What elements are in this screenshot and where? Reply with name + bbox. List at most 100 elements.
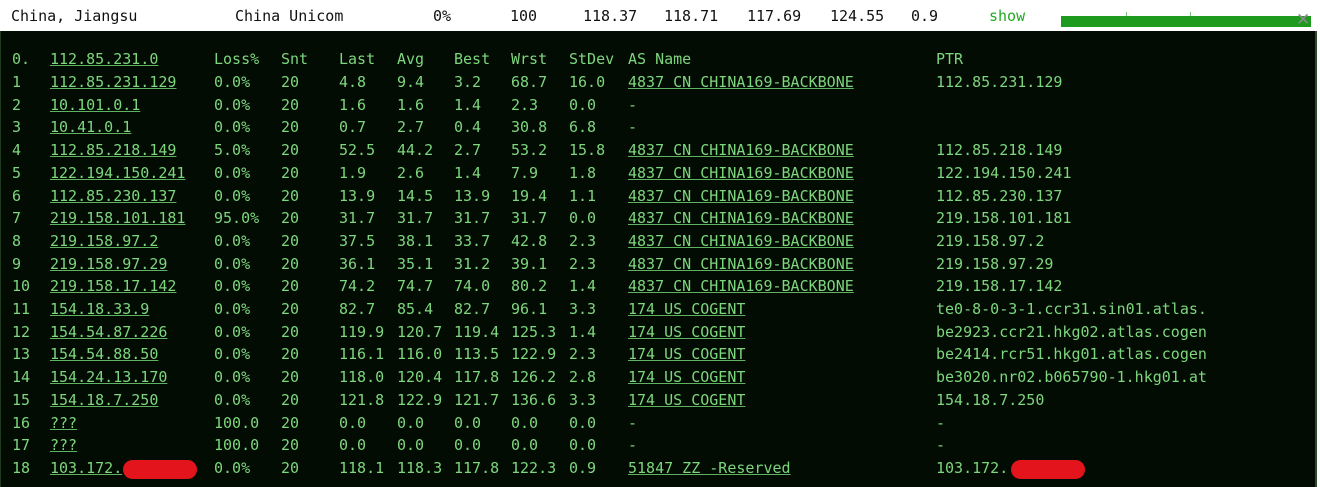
cell-host[interactable]: 154.54.88.50 <box>50 345 158 363</box>
cell-hop: 9 <box>12 254 22 273</box>
cell-avg: 74.7 <box>397 277 434 296</box>
cell-last: 119.9 <box>339 322 385 341</box>
show-button[interactable]: show <box>989 7 1025 25</box>
cell-ptr: te0-8-0-3-1.ccr31.sin01.atlas. <box>936 300 1207 318</box>
cell-as[interactable]: 174 US COGENT <box>628 391 745 409</box>
cell-as[interactable]: 4837 CN CHINA169-BACKBONE <box>628 277 854 295</box>
cell-as[interactable]: 4837 CN CHINA169-BACKBONE <box>628 187 854 205</box>
cell-loss: 0.0% <box>214 231 251 250</box>
cell-last: 52.5 <box>339 141 376 160</box>
cell-as[interactable]: 174 US COGENT <box>628 368 745 386</box>
cell-ptr: 103.172. <box>936 458 1009 477</box>
cell-host[interactable]: 112.85.230.137 <box>50 187 176 205</box>
cell-stdev: 0.0 <box>569 95 597 114</box>
cell-best: 119.4 <box>454 322 500 341</box>
cell-avg: 2.6 <box>397 163 425 182</box>
cell-ptr: be3020.nr02.b065790-1.hkg01.at <box>936 368 1207 387</box>
close-icon[interactable]: ✕ <box>1296 10 1310 30</box>
header-stdev: StDev <box>569 50 615 68</box>
cell-host[interactable]: 122.194.150.241 <box>50 164 185 182</box>
cell-wrst: 19.4 <box>511 186 548 205</box>
cell-as[interactable]: 4837 CN CHINA169-BACKBONE <box>628 255 854 273</box>
cell-ptr: 219.158.97.2 <box>936 231 1045 250</box>
cell-host[interactable]: ??? <box>50 436 77 454</box>
header-best: Best <box>454 50 491 68</box>
cell-snt: 20 <box>281 413 300 432</box>
cell-avg: 44.2 <box>397 141 434 160</box>
cell-ptr: 112.85.231.129 <box>936 73 1063 91</box>
cell-hop: 11 <box>12 300 31 318</box>
cell-host[interactable]: 112.85.218.149 <box>50 141 176 159</box>
table-row: 18 103.172. 0.0% 20 118.1 118.3 117.8 122.3 0.9 5… <box>1 459 1301 481</box>
cell-best: 1.4 <box>454 163 482 182</box>
cell-as[interactable]: 4837 CN CHINA169-BACKBONE <box>628 232 854 250</box>
cell-host[interactable]: 10.101.0.1 <box>50 96 140 114</box>
cell-stdev: 6.8 <box>569 118 597 137</box>
table-row: 1 112.85.231.129 0.0% 20 4.8 9.4 3.2 68.7 16.0 48… <box>1 73 1301 95</box>
cell-as[interactable]: 174 US COGENT <box>628 323 745 341</box>
cell-last: 31.7 <box>339 209 376 228</box>
cell-hop: 18 <box>12 458 31 477</box>
cell-as[interactable]: 4837 CN CHINA169-BACKBONE <box>628 73 854 91</box>
cell-loss: 100.0 <box>214 413 260 432</box>
cell-host[interactable]: 10.41.0.1 <box>50 118 131 136</box>
cell-stdev: 3.3 <box>569 390 597 409</box>
cell-avg: 116.0 <box>397 345 443 364</box>
cell-host[interactable]: 219.158.17.142 <box>50 277 176 295</box>
cell-host[interactable]: ??? <box>50 414 77 432</box>
cell-host[interactable]: 219.158.97.29 <box>50 255 167 273</box>
cell-host[interactable]: 154.54.87.226 <box>50 323 167 341</box>
header-snt: Snt <box>281 50 309 68</box>
cell-last: 1.9 <box>339 163 367 182</box>
cell-wrst: 39.1 <box>511 254 548 273</box>
cell-wrst: 96.1 <box>511 300 548 318</box>
cell-as[interactable]: 4837 CN CHINA169-BACKBONE <box>628 141 854 159</box>
redaction-mark <box>1011 459 1085 479</box>
cell-host[interactable]: 154.24.13.170 <box>50 368 167 386</box>
cell-host[interactable]: 154.18.7.250 <box>50 391 158 409</box>
cell-last: 37.5 <box>339 231 376 250</box>
cell-best: 117.8 <box>454 458 500 477</box>
table-row: 4 112.85.218.149 5.0% 20 52.5 44.2 2.7 53.2 15.8… <box>1 141 1301 163</box>
cell-snt: 20 <box>281 141 300 160</box>
table-row: 5 122.194.150.241 0.0% 20 1.9 2.6 1.4 7.9 1.8 483… <box>1 164 1301 186</box>
cell-last: 74.2 <box>339 277 376 296</box>
cell-as: - <box>628 436 638 455</box>
cell-best: 117.8 <box>454 368 500 387</box>
summary-sent: 100 <box>510 7 538 25</box>
cell-as[interactable]: 4837 CN CHINA169-BACKBONE <box>628 209 854 227</box>
cell-hop: 7 <box>12 209 22 228</box>
summary-loss: 0% <box>433 7 452 25</box>
cell-best: 31.2 <box>454 254 491 273</box>
cell-ptr: be2923.ccr21.hkg02.atlas.cogen <box>936 322 1207 341</box>
cell-snt: 20 <box>281 254 300 273</box>
cell-as[interactable]: 4837 CN CHINA169-BACKBONE <box>628 164 854 182</box>
cell-last: 0.0 <box>339 436 367 455</box>
cell-host[interactable]: 219.158.101.181 <box>50 209 185 227</box>
cell-host[interactable]: 154.18.33.9 <box>50 300 149 318</box>
header-host[interactable]: 112.85.231.0 <box>50 50 158 68</box>
cell-snt: 20 <box>281 95 300 114</box>
cell-stdev: 16.0 <box>569 73 606 91</box>
cell-host[interactable]: 103.172. <box>50 459 122 477</box>
cell-snt: 20 <box>281 163 300 182</box>
cell-wrst: 53.2 <box>511 141 548 160</box>
summary-best: 117.69 <box>747 7 802 25</box>
cell-best: 1.4 <box>454 95 482 114</box>
cell-as[interactable]: 174 US COGENT <box>628 345 745 363</box>
mtr-terminal: 0. 112.85.231.0 Loss% Snt Last Avg Best … <box>0 31 1317 487</box>
cell-loss: 0.0% <box>214 163 251 182</box>
cell-as[interactable]: 174 US COGENT <box>628 300 745 318</box>
cell-last: 4.8 <box>339 73 367 91</box>
cell-wrst: 122.3 <box>511 458 557 477</box>
cell-host[interactable]: 112.85.231.129 <box>50 73 176 91</box>
cell-wrst: 68.7 <box>511 73 548 91</box>
cell-best: 74.0 <box>454 277 491 296</box>
cell-host[interactable]: 219.158.97.2 <box>50 232 158 250</box>
cell-last: 13.9 <box>339 186 376 205</box>
cell-hop: 17 <box>12 436 31 455</box>
cell-hop: 3 <box>12 118 22 137</box>
cell-snt: 20 <box>281 300 300 318</box>
cell-avg: 122.9 <box>397 390 443 409</box>
cell-as[interactable]: 51847 ZZ -Reserved <box>628 459 791 477</box>
